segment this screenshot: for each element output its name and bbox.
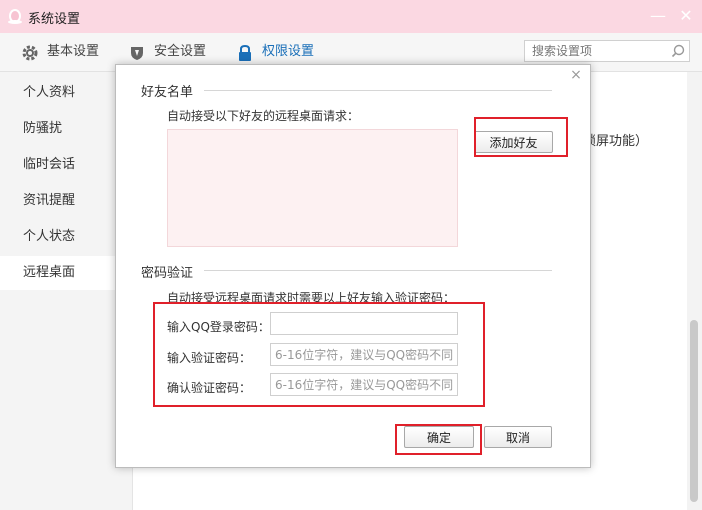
sidebar-item-anti-harassment[interactable]: 防骚扰 xyxy=(0,112,132,146)
window-title: 系统设置 xyxy=(28,12,81,27)
settings-search xyxy=(524,40,690,62)
friend-list[interactable] xyxy=(167,129,458,247)
main-scrollbar[interactable] xyxy=(687,72,702,510)
friends-section-title: 好友名单 xyxy=(141,85,194,100)
sidebar-item-personal-status[interactable]: 个人状态 xyxy=(0,220,132,254)
cancel-button[interactable]: 取消 xyxy=(484,426,552,448)
highlight-password-fields xyxy=(153,302,485,407)
highlight-add-friend xyxy=(474,117,568,157)
search-input[interactable] xyxy=(525,41,672,61)
lock-icon xyxy=(239,44,251,61)
background-partial-text: 锁屏功能） xyxy=(583,134,649,149)
sidebar-item-remote-desktop[interactable]: 远程桌面 xyxy=(0,256,132,290)
sidebar-item-profile[interactable]: 个人资料 xyxy=(0,76,132,110)
shield-icon xyxy=(131,47,143,60)
friends-section-description: 自动接受以下好友的远程桌面请求： xyxy=(167,109,360,123)
scrollbar-thumb[interactable] xyxy=(690,320,698,502)
minimize-button[interactable]: — xyxy=(648,6,668,26)
section-divider xyxy=(204,90,552,91)
gear-icon xyxy=(22,45,38,61)
search-icon[interactable] xyxy=(671,44,685,58)
tab-label: 基本设置 xyxy=(47,44,100,59)
dialog-close-button[interactable]: × xyxy=(568,67,584,83)
section-divider xyxy=(204,270,552,271)
sidebar-item-temp-session[interactable]: 临时会话 xyxy=(0,148,132,182)
highlight-ok-button xyxy=(395,424,482,455)
tab-basic-settings[interactable]: 基本设置 xyxy=(21,33,111,71)
password-section-title: 密码验证 xyxy=(141,266,194,281)
window-titlebar: 系统设置 — ✕ xyxy=(0,0,702,33)
qq-penguin-icon xyxy=(8,9,22,24)
sidebar-item-news-alert[interactable]: 资讯提醒 xyxy=(0,184,132,218)
close-window-button[interactable]: ✕ xyxy=(676,6,696,26)
settings-sidebar: 个人资料 防骚扰 临时会话 资讯提醒 个人状态 远程桌面 xyxy=(0,72,133,510)
